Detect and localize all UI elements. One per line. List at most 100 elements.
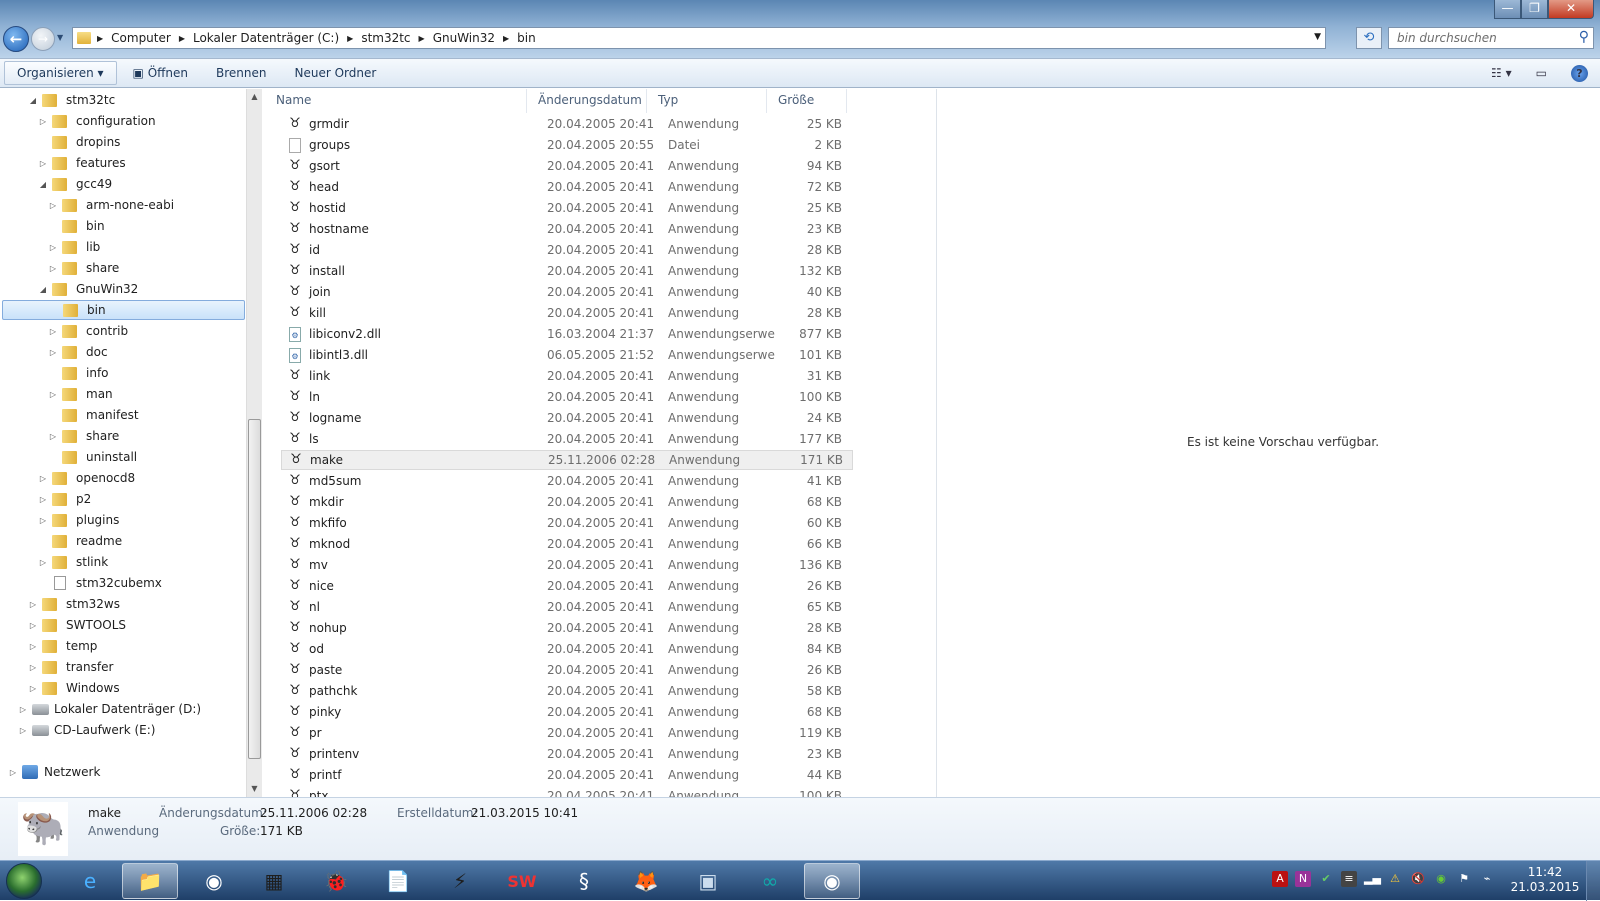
tree-item[interactable]: ▷ arm-none-eabi <box>48 195 174 215</box>
expand-toggle-icon[interactable]: ▷ <box>48 327 58 336</box>
column-header-type[interactable]: Typ <box>647 89 767 113</box>
file-row[interactable]: ♉ head 20.04.2005 20:41 Anwendung 72 KB <box>281 177 853 197</box>
tree-item[interactable]: ▷ man <box>48 384 113 404</box>
tree-item[interactable]: ▷ contrib <box>48 321 128 341</box>
tree-item[interactable]: manifest <box>48 405 139 425</box>
tree-item[interactable]: info <box>48 363 109 383</box>
expand-toggle-icon[interactable]: ◢ <box>38 180 48 189</box>
file-row[interactable]: ♉ mkfifo 20.04.2005 20:41 Anwendung 60 KB <box>281 513 853 533</box>
tree-item[interactable]: readme <box>38 531 122 551</box>
tree-item[interactable]: ▷ Windows <box>28 678 120 698</box>
onenote-tray-icon[interactable]: N <box>1295 871 1311 887</box>
tree-item[interactable]: ▷ share <box>48 426 119 446</box>
expand-toggle-icon[interactable]: ▷ <box>18 726 28 735</box>
preview-pane-icon[interactable]: ▭ <box>1536 66 1547 80</box>
view-options-icon[interactable]: ☷ ▾ <box>1491 66 1512 80</box>
file-row[interactable]: ♉ nl 20.04.2005 20:41 Anwendung 65 KB <box>281 597 853 617</box>
open-button[interactable]: ▣ Öffnen <box>121 62 200 84</box>
tree-item[interactable]: ▷ p2 <box>38 489 91 509</box>
schematic-icon[interactable]: ⚡ <box>432 863 488 899</box>
tree-item[interactable]: bin <box>48 216 105 236</box>
file-row[interactable]: ♉ ls 20.04.2005 20:41 Anwendung 177 KB <box>281 429 853 449</box>
file-row[interactable]: ♉ mkdir 20.04.2005 20:41 Anwendung 68 KB <box>281 492 853 512</box>
expand-toggle-icon[interactable]: ▷ <box>38 558 48 567</box>
eclipse-icon[interactable]: ◉ <box>186 863 242 899</box>
breadcrumb-item[interactable]: ▶ Computer <box>97 31 171 45</box>
tree-item[interactable]: ▷ SWTOOLS <box>28 615 126 635</box>
expand-toggle-icon[interactable]: ▷ <box>28 663 38 672</box>
file-row[interactable]: groups 20.04.2005 20:55 Datei 2 KB <box>281 135 853 155</box>
file-row[interactable]: ♉ grmdir 20.04.2005 20:41 Anwendung 25 KB <box>281 114 853 134</box>
volume-muted-icon[interactable]: 🔇 <box>1410 871 1426 887</box>
tree-item[interactable]: ▷ stlink <box>38 552 108 572</box>
tree-item[interactable]: ▷ share <box>48 258 119 278</box>
tree-item[interactable]: ▷ configuration <box>38 111 156 131</box>
expand-toggle-icon[interactable]: ▷ <box>38 159 48 168</box>
file-row[interactable]: ♉ od 20.04.2005 20:41 Anwendung 84 KB <box>281 639 853 659</box>
pdf-viewer-icon[interactable]: 📄 <box>370 863 426 899</box>
tree-item[interactable]: ◢ gcc49 <box>38 174 112 194</box>
tree-item[interactable]: ▷ Lokaler Datenträger (D:) <box>18 699 201 719</box>
expand-toggle-icon[interactable]: ▷ <box>28 642 38 651</box>
file-row[interactable]: ♉ nohup 20.04.2005 20:41 Anwendung 28 KB <box>281 618 853 638</box>
breadcrumb-item[interactable]: ▶ bin <box>503 31 536 45</box>
forward-button[interactable]: → <box>31 27 55 51</box>
recent-pages-dropdown[interactable]: ▼ <box>57 33 63 42</box>
help-icon[interactable]: ? <box>1571 64 1588 82</box>
tree-item[interactable]: dropins <box>38 132 120 152</box>
minimize-button[interactable]: — <box>1494 0 1521 19</box>
expand-toggle-icon[interactable]: ▷ <box>48 390 58 399</box>
expand-toggle-icon[interactable]: ▷ <box>28 600 38 609</box>
refresh-button[interactable]: ⟲ <box>1356 27 1382 49</box>
expand-toggle-icon[interactable]: ▷ <box>48 264 58 273</box>
file-row[interactable]: ⚙ libintl3.dll 06.05.2005 21:52 Anwendungse… <box>281 345 853 365</box>
tree-item[interactable]: ▷ features <box>38 153 126 173</box>
breadcrumb-item[interactable]: ▶ GnuWin32 <box>419 31 495 45</box>
expand-toggle-icon[interactable]: ▷ <box>8 768 18 777</box>
adobe-tray-icon[interactable]: A <box>1272 871 1288 887</box>
arduino-icon[interactable]: ∞ <box>742 863 798 899</box>
tree-item[interactable]: ▷ Netzwerk <box>8 762 100 782</box>
expand-toggle-icon[interactable]: ◢ <box>38 285 48 294</box>
organize-button[interactable]: Organisieren ▾ <box>4 61 117 85</box>
sync-tray-icon[interactable]: ✔ <box>1318 871 1334 887</box>
tree-item[interactable]: ▷ CD-Laufwerk (E:) <box>18 720 156 740</box>
chevron-right-icon[interactable]: ▶ <box>179 34 185 43</box>
tree-item[interactable]: ◢ stm32tc <box>28 90 115 110</box>
tree-item[interactable]: stm32cubemx <box>38 573 162 593</box>
control-panel-icon[interactable]: ▣ <box>680 863 736 899</box>
tree-item[interactable]: ▷ temp <box>28 636 97 656</box>
chevron-right-icon[interactable]: ▶ <box>347 34 353 43</box>
close-button[interactable]: ✕ <box>1548 0 1594 19</box>
file-row[interactable]: ♉ link 20.04.2005 20:41 Anwendung 31 KB <box>281 366 853 386</box>
address-history-dropdown[interactable]: ▼ <box>1314 32 1321 42</box>
file-row[interactable]: ♉ pinky 20.04.2005 20:41 Anwendung 68 KB <box>281 702 853 722</box>
ladybug-icon[interactable]: 🐞 <box>308 863 364 899</box>
file-row[interactable]: ♉ make 25.11.2006 02:28 Anwendung 171 KB <box>281 450 853 470</box>
column-header-name[interactable]: Name <box>265 89 527 113</box>
expand-toggle-icon[interactable]: ▷ <box>38 474 48 483</box>
file-row[interactable]: ♉ nice 20.04.2005 20:41 Anwendung 26 KB <box>281 576 853 596</box>
expand-toggle-icon[interactable]: ▷ <box>18 705 28 714</box>
file-row[interactable]: ♉ ln 20.04.2005 20:41 Anwendung 100 KB <box>281 387 853 407</box>
file-row[interactable]: ♉ logname 20.04.2005 20:41 Anwendung 24 KB <box>281 408 853 428</box>
expand-toggle-icon[interactable]: ◢ <box>28 96 38 105</box>
expand-toggle-icon[interactable]: ▷ <box>38 495 48 504</box>
start-button[interactable] <box>6 863 42 899</box>
file-row[interactable]: ♉ hostname 20.04.2005 20:41 Anwendung 23 KB <box>281 219 853 239</box>
show-desktop-button[interactable] <box>1586 861 1600 901</box>
expand-toggle-icon[interactable]: ▷ <box>48 348 58 357</box>
file-row[interactable]: ♉ id 20.04.2005 20:41 Anwendung 28 KB <box>281 240 853 260</box>
navigation-scrollbar[interactable]: ▲ ▼ <box>246 89 262 797</box>
expand-toggle-icon[interactable]: ▷ <box>28 621 38 630</box>
maximize-button[interactable]: ❐ <box>1521 0 1548 19</box>
warning-tray-icon[interactable]: ⚠ <box>1387 871 1403 887</box>
file-row[interactable]: ♉ gsort 20.04.2005 20:41 Anwendung 94 KB <box>281 156 853 176</box>
calculator-icon[interactable]: ▦ <box>246 863 302 899</box>
tree-item[interactable]: ▷ transfer <box>28 657 113 677</box>
back-button[interactable]: ← <box>3 26 29 52</box>
breadcrumb-item[interactable]: ▶ Lokaler Datenträger (C:) <box>179 31 339 45</box>
file-row[interactable]: ♉ printenv 20.04.2005 20:41 Anwendung 23 KB <box>281 744 853 764</box>
explorer-icon[interactable]: 📁 <box>122 863 178 899</box>
search-input[interactable]: bin durchsuchen ⚲ <box>1388 27 1594 49</box>
